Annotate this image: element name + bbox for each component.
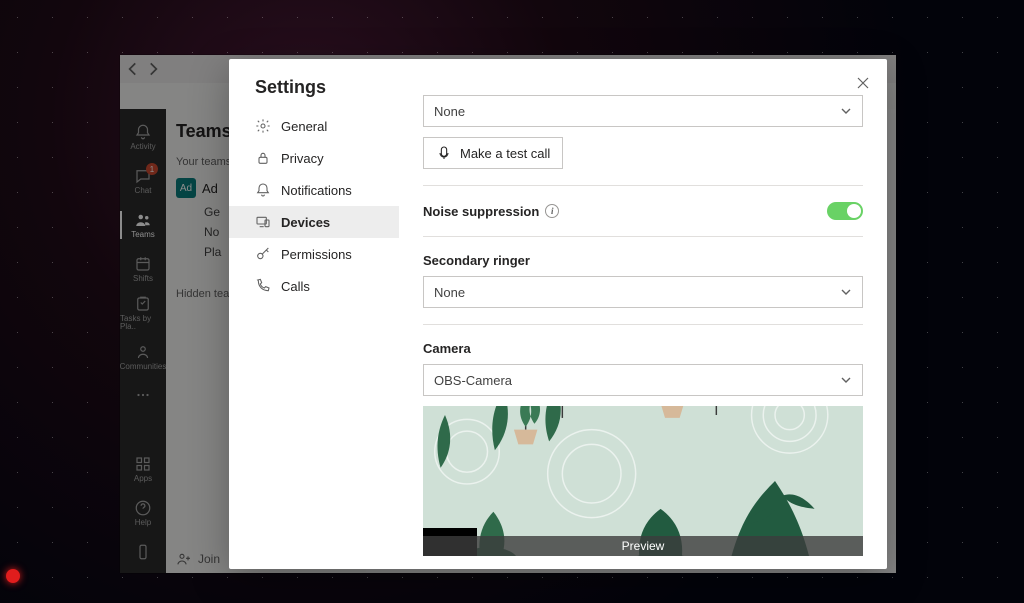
button-label: Make a test call (460, 146, 550, 161)
chevron-down-icon (840, 286, 852, 298)
lock-icon (255, 150, 271, 166)
test-call-icon (436, 145, 452, 161)
noise-suppression-label: Noise suppression (423, 204, 539, 219)
settings-nav: General Privacy Notifications Devices Pe… (229, 110, 399, 302)
dropdown-value: None (434, 104, 465, 119)
nav-label: Notifications (281, 183, 352, 198)
key-icon (255, 246, 271, 262)
nav-calls[interactable]: Calls (229, 270, 399, 302)
speaker-dropdown[interactable]: None (423, 95, 863, 127)
secondary-ringer-dropdown[interactable]: None (423, 276, 863, 308)
phone-icon (255, 278, 271, 294)
camera-dropdown[interactable]: OBS-Camera (423, 364, 863, 396)
camera-label: Camera (423, 341, 863, 356)
noise-suppression-toggle[interactable] (827, 202, 863, 220)
dropdown-value: OBS-Camera (434, 373, 512, 388)
chevron-down-icon (840, 105, 852, 117)
nav-label: General (281, 119, 327, 134)
make-test-call-button[interactable]: Make a test call (423, 137, 563, 169)
bell-icon (255, 182, 271, 198)
settings-modal: Settings General Privacy Notifications D… (229, 59, 887, 569)
close-settings-button[interactable] (849, 69, 877, 97)
nav-label: Devices (281, 215, 330, 230)
preview-label: Preview (423, 536, 863, 556)
nav-notifications[interactable]: Notifications (229, 174, 399, 206)
settings-title: Settings (229, 59, 399, 110)
nav-devices[interactable]: Devices (229, 206, 399, 238)
chevron-down-icon (840, 374, 852, 386)
gear-icon (255, 118, 271, 134)
dropdown-value: None (434, 285, 465, 300)
camera-preview: Preview (423, 406, 863, 556)
devices-icon (255, 214, 271, 230)
secondary-ringer-label: Secondary ringer (423, 253, 863, 268)
teams-window: ··· Activity 1 Chat Teams Shifts (120, 55, 896, 573)
nav-general[interactable]: General (229, 110, 399, 142)
red-indicator-dot (6, 569, 20, 583)
nav-label: Permissions (281, 247, 352, 262)
info-icon[interactable]: i (545, 204, 559, 218)
nav-privacy[interactable]: Privacy (229, 142, 399, 174)
nav-label: Privacy (281, 151, 324, 166)
nav-label: Calls (281, 279, 310, 294)
nav-permissions[interactable]: Permissions (229, 238, 399, 270)
